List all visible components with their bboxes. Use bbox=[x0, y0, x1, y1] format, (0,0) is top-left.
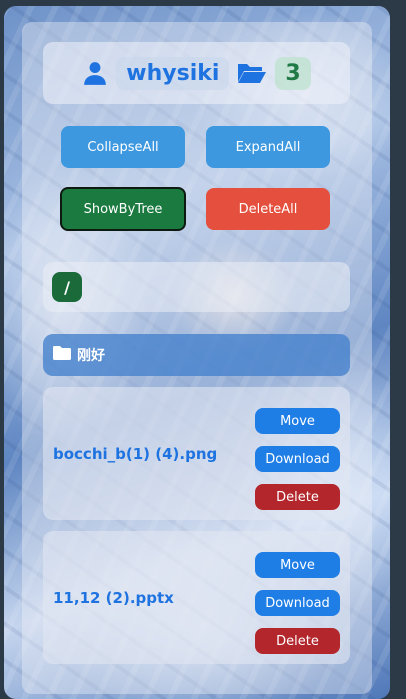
file-name[interactable]: 11,12 (2).pptx bbox=[53, 531, 174, 664]
file-name[interactable]: bocchi_b(1) (4).png bbox=[53, 387, 217, 520]
move-button[interactable]: Move bbox=[255, 408, 340, 434]
folder-name: 刚好 bbox=[77, 348, 105, 364]
path-root-chip[interactable]: / bbox=[52, 272, 82, 302]
file-count-badge: 3 bbox=[275, 56, 311, 90]
expand-all-button[interactable]: ExpandAll bbox=[206, 126, 330, 168]
delete-button[interactable]: Delete bbox=[255, 484, 340, 510]
delete-all-button[interactable]: DeleteAll bbox=[206, 188, 330, 230]
user-header: whysiki 3 bbox=[43, 42, 350, 104]
file-card: bocchi_b(1) (4).png Move Download Delete bbox=[43, 387, 350, 520]
show-by-tree-button[interactable]: ShowByTree bbox=[60, 187, 186, 231]
download-button[interactable]: Download bbox=[255, 446, 340, 472]
move-button[interactable]: Move bbox=[255, 552, 340, 578]
folder-open-icon bbox=[237, 61, 267, 85]
folder-icon bbox=[53, 346, 71, 364]
file-card: 11,12 (2).pptx Move Download Delete bbox=[43, 531, 350, 664]
folder-item[interactable]: 刚好 bbox=[43, 334, 350, 376]
download-button[interactable]: Download bbox=[255, 590, 340, 616]
delete-button[interactable]: Delete bbox=[255, 628, 340, 654]
username: whysiki bbox=[116, 56, 230, 90]
collapse-all-button[interactable]: CollapseAll bbox=[61, 126, 185, 168]
path-breadcrumb: / bbox=[43, 262, 350, 312]
user-icon bbox=[82, 60, 108, 86]
